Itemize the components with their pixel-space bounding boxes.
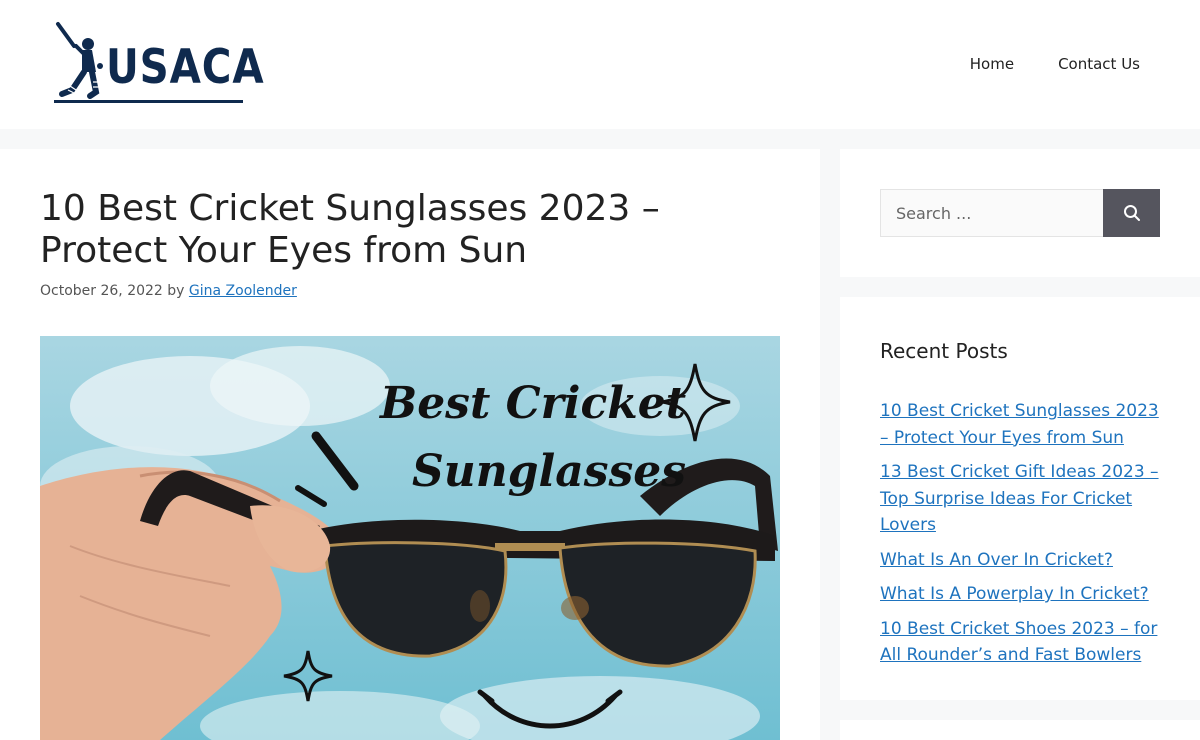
cricket-batsman-icon	[56, 22, 103, 99]
list-item: 10 Best Cricket Shoes 2023 – for All Rou…	[880, 616, 1170, 669]
recent-posts-title: Recent Posts	[880, 339, 1008, 363]
list-item: 13 Best Cricket Gift Ideas 2023 – Top Su…	[880, 459, 1170, 539]
recent-posts-list: 10 Best Cricket Sunglasses 2023 – Protec…	[880, 398, 1170, 677]
main-nav: Home Contact Us	[926, 54, 1140, 74]
featured-image: Best Cricket Sunglasses	[40, 336, 780, 740]
post-by: by	[167, 283, 185, 299]
search-icon	[1123, 205, 1140, 221]
post-date: October 26, 2022	[40, 283, 163, 299]
next-widget	[840, 720, 1200, 740]
recent-post-link[interactable]: 10 Best Cricket Sunglasses 2023 – Protec…	[880, 401, 1159, 448]
list-item: What Is A Powerplay In Cricket?	[880, 581, 1170, 608]
list-item: 10 Best Cricket Sunglasses 2023 – Protec…	[880, 398, 1170, 451]
site-header: USACA Home Contact Us	[0, 0, 1200, 129]
search-button[interactable]	[1103, 189, 1160, 237]
post-meta: October 26, 2022 by Gina Zoolender	[40, 283, 297, 299]
recent-post-link[interactable]: 10 Best Cricket Shoes 2023 – for All Rou…	[880, 619, 1157, 666]
list-item: What Is An Over In Cricket?	[880, 547, 1170, 574]
recent-post-link[interactable]: 13 Best Cricket Gift Ideas 2023 – Top Su…	[880, 462, 1159, 535]
search-input[interactable]	[880, 189, 1103, 237]
logo-underline	[54, 100, 243, 103]
recent-post-link[interactable]: What Is An Over In Cricket?	[880, 550, 1113, 570]
sunglasses-illustration	[40, 336, 780, 740]
logo-wordmark: USACA	[106, 40, 265, 95]
nav-home[interactable]: Home	[970, 54, 1014, 74]
page-title: 10 Best Cricket Sunglasses 2023 – Protec…	[40, 188, 660, 271]
recent-posts-widget: Recent Posts 10 Best Cricket Sunglasses …	[840, 297, 1200, 700]
author-link[interactable]: Gina Zoolender	[189, 283, 297, 299]
search-widget	[840, 149, 1200, 277]
recent-post-link[interactable]: What Is A Powerplay In Cricket?	[880, 584, 1149, 604]
nav-contact-us[interactable]: Contact Us	[1058, 54, 1140, 74]
